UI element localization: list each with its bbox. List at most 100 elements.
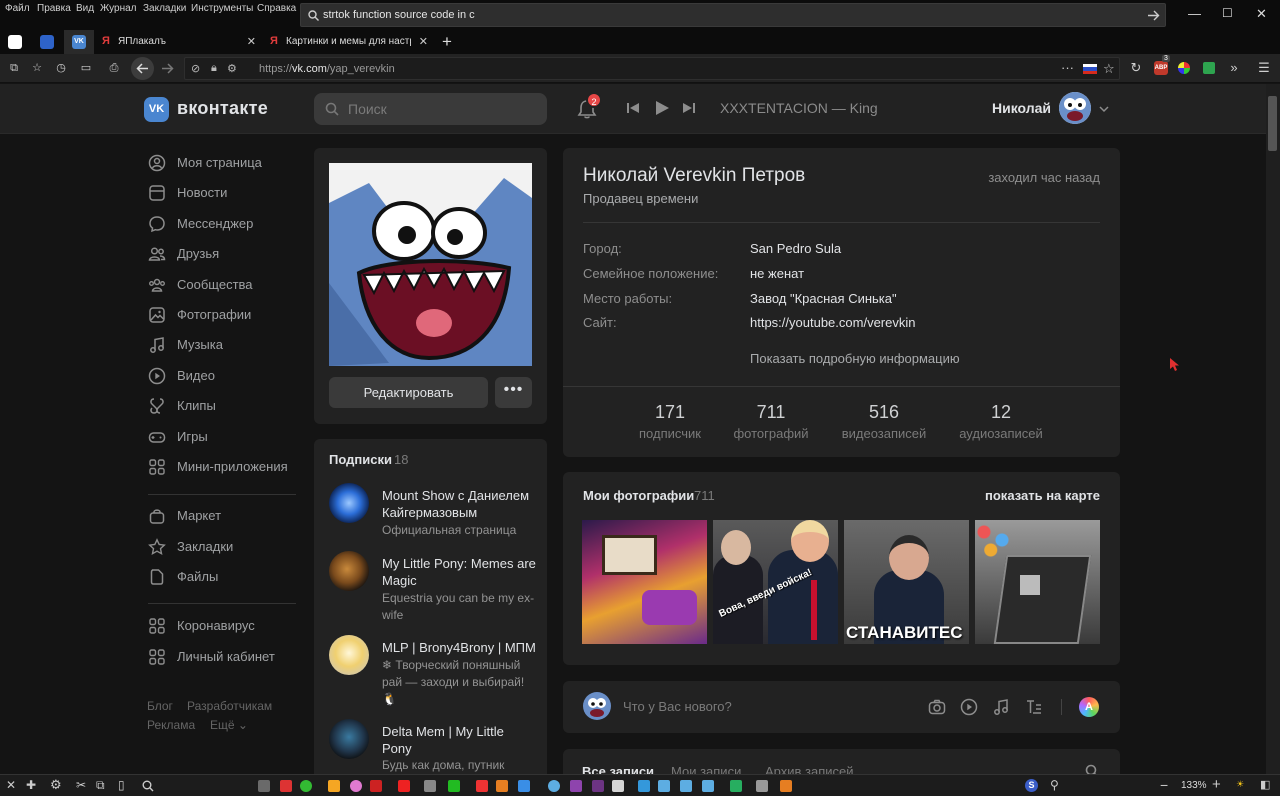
subscriptions-title[interactable]: Подписки — [329, 452, 392, 467]
sidebar-item-bookmarks[interactable]: Закладки — [148, 536, 308, 558]
vk-ai-icon[interactable]: A — [1079, 697, 1099, 717]
info-work[interactable]: Завод "Красная Синька" — [750, 291, 897, 306]
edit-profile-button[interactable]: Редактировать — [329, 377, 488, 408]
clipboard-icon[interactable]: ▯ — [118, 778, 125, 792]
sidebar-item-photos[interactable]: Фотографии — [148, 304, 308, 326]
new-tab-icon[interactable]: + — [442, 32, 452, 52]
browser-search-field[interactable]: strtok function source code in c — [300, 3, 1166, 27]
sidebar-item-mini-apps[interactable]: Мини-приложения — [148, 456, 308, 478]
extension-colors-icon[interactable] — [1178, 62, 1190, 74]
close-window-icon[interactable]: ✕ — [1256, 6, 1267, 22]
youtube-icon[interactable] — [398, 780, 410, 792]
maximize-icon[interactable]: ☐ — [1222, 6, 1233, 20]
bookmark-icon[interactable] — [424, 780, 436, 792]
stat-videos[interactable]: 516 видеозаписей — [819, 402, 949, 441]
stat-audio[interactable]: 12 аудиозаписей — [936, 402, 1066, 441]
next-track-icon[interactable] — [682, 101, 696, 115]
chevron-down-icon[interactable] — [1099, 104, 1109, 114]
vk-logo-icon[interactable]: VK — [144, 97, 169, 122]
bookmark-icon[interactable] — [280, 780, 292, 792]
go-arrow-icon[interactable] — [1147, 9, 1160, 22]
bookmark-icon[interactable] — [756, 780, 768, 792]
composer-input[interactable]: Что у Вас нового? — [623, 699, 732, 714]
pin-icon[interactable]: ⚲ — [1050, 778, 1059, 792]
bookmark-icon[interactable] — [592, 780, 604, 792]
permissions-icon[interactable]: ⚙ — [227, 62, 237, 75]
bookmark-icon[interactable] — [328, 780, 340, 792]
sidebar-toggle-icon[interactable] — [8, 35, 22, 49]
close-tab-icon[interactable]: ✕ — [419, 35, 428, 48]
menu-help[interactable]: Справка — [257, 3, 296, 14]
sidebar-item-friends[interactable]: Друзья — [148, 243, 308, 265]
composer-avatar[interactable] — [583, 692, 611, 720]
sidebar-item-files[interactable]: Файлы — [148, 566, 308, 588]
close-tab-icon[interactable]: ✕ — [247, 35, 256, 48]
lock-icon[interactable]: 🔒︎ — [211, 62, 217, 75]
bookmark-icon[interactable] — [780, 780, 792, 792]
sidebar-item-clips[interactable]: Клипы — [148, 395, 308, 417]
scrollbar-thumb[interactable] — [1268, 96, 1277, 151]
minimize-icon[interactable]: — — [1188, 6, 1201, 21]
settings-gear-icon[interactable]: ⚙ — [50, 777, 62, 793]
bookmark-icon[interactable] — [370, 780, 382, 792]
print-icon[interactable]: ⎙ — [108, 62, 120, 74]
vk-logo-text[interactable]: вконтакте — [177, 98, 268, 119]
bookmark-icon[interactable] — [548, 780, 560, 792]
bookmark-icon[interactable] — [350, 780, 362, 792]
profile-photo[interactable] — [329, 163, 532, 366]
bookmark-icon[interactable] — [518, 780, 530, 792]
prev-track-icon[interactable] — [626, 101, 640, 115]
tracking-protection-icon[interactable]: ⊘ — [191, 62, 200, 75]
bookmark-icon[interactable] — [658, 780, 670, 792]
menu-tools[interactable]: Инструменты — [191, 3, 253, 14]
photo-thumb[interactable] — [975, 520, 1100, 644]
puzzle-icon[interactable]: ✚ — [26, 778, 36, 792]
status-icon[interactable]: ◧ — [1260, 778, 1270, 791]
sidebar-item-music[interactable]: Музыка — [148, 334, 308, 356]
now-playing-track[interactable]: XXXTENTACION — King — [720, 100, 878, 116]
cut-icon[interactable]: ✂ — [76, 778, 86, 792]
back-button[interactable] — [131, 57, 154, 80]
header-user-name[interactable]: Николай — [992, 100, 1051, 116]
history-icon[interactable]: ◷ — [55, 62, 67, 74]
profile-status[interactable]: Продавец времени — [583, 191, 698, 206]
zoom-level[interactable]: 133% — [1181, 780, 1207, 791]
menu-history[interactable]: Журнал — [100, 3, 137, 14]
bookmark-icon[interactable] — [638, 780, 650, 792]
sidebar-item-market[interactable]: Маркет — [148, 505, 308, 527]
bookmark-icon[interactable] — [476, 780, 488, 792]
camera-icon[interactable] — [928, 698, 946, 716]
info-relationship[interactable]: не женат — [750, 266, 804, 281]
photo-thumb[interactable]: Вова, введи войска! — [713, 520, 838, 644]
flag-ru-icon[interactable] — [1083, 64, 1097, 74]
photo-thumb[interactable]: СТАНАВИТЕС — [844, 520, 969, 644]
bookmark-icon[interactable] — [702, 780, 714, 792]
bookmark-icon[interactable] — [300, 780, 312, 792]
pinned-tab-vk[interactable]: VK — [64, 30, 94, 54]
sidebar-item-news[interactable]: Новости — [148, 182, 308, 204]
folder-icon[interactable]: ▭ — [80, 62, 92, 74]
menu-edit[interactable]: Правка — [37, 3, 71, 14]
menu-bookmarks[interactable]: Закладки — [143, 3, 186, 14]
zoom-in-icon[interactable]: + — [1212, 776, 1221, 793]
header-avatar[interactable] — [1059, 92, 1091, 124]
skype-icon[interactable]: S — [1025, 779, 1038, 792]
pinned-tab-icon[interactable] — [40, 35, 54, 49]
vk-search-input[interactable]: Поиск — [314, 93, 547, 125]
search-icon[interactable] — [142, 780, 154, 792]
article-icon[interactable] — [1025, 698, 1043, 716]
copy-icon[interactable]: ⧉ — [96, 778, 105, 793]
bookmark-icon[interactable] — [258, 780, 270, 792]
zoom-out-icon[interactable]: − — [1160, 777, 1168, 793]
footer-dev-link[interactable]: Разработчикам — [187, 699, 272, 713]
adblock-icon[interactable]: ABP — [1154, 61, 1168, 75]
stat-photos[interactable]: 711 фотографий — [706, 402, 836, 441]
weather-badge[interactable]: ☀ — [1236, 779, 1244, 790]
footer-blog-link[interactable]: Блог — [147, 699, 173, 713]
tab-memes[interactable]: Я Картинки и мемы для настро ✕ — [264, 30, 434, 54]
address-bar[interactable]: ⊘ 🔒︎ ⚙ https://vk.com/yap_verevkin ··· ☆ — [184, 57, 1120, 80]
info-website[interactable]: https://youtube.com/verevkin — [750, 315, 915, 330]
play-icon[interactable] — [654, 100, 670, 116]
bookmark-icon[interactable] — [496, 780, 508, 792]
bookmark-icon[interactable] — [570, 780, 582, 792]
